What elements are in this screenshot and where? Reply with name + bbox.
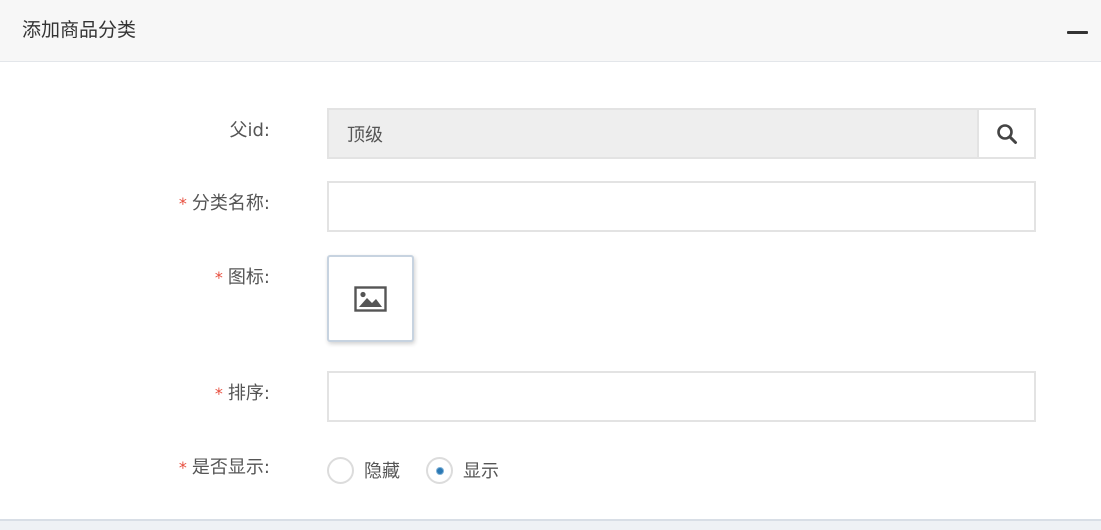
parent-id-search-button[interactable] (977, 110, 1034, 157)
icon-upload-button[interactable] (327, 255, 414, 342)
category-name-input[interactable] (329, 183, 1034, 230)
parent-id-input-group (327, 108, 1036, 159)
panel-footer-divider (0, 519, 1101, 530)
display-label-text: 是否显示: (191, 457, 270, 478)
image-icon (354, 285, 387, 312)
collapse-button[interactable] (1067, 22, 1089, 40)
radio-option-hide[interactable]: 隐藏 (327, 456, 400, 484)
radio-show-label: 显示 (463, 461, 499, 482)
parent-id-input[interactable] (329, 110, 1034, 157)
required-mark: * (214, 268, 223, 287)
icon-label-text: 图标: (227, 267, 270, 288)
parent-id-label: 父id: (229, 120, 271, 141)
sort-label-text: 排序: (227, 383, 270, 404)
display-label: * 是否显示: (179, 456, 270, 480)
category-name-input-group (327, 181, 1036, 232)
required-mark: * (178, 194, 187, 213)
display-radio-group: 隐藏 显示 (327, 456, 525, 484)
add-category-panel: 添加商品分类 父id: *分类名称: *图标: (0, 0, 1101, 530)
radio-hide-label: 隐藏 (364, 461, 400, 482)
panel-header: 添加商品分类 (0, 0, 1101, 62)
radio-hide[interactable] (327, 456, 354, 484)
search-icon (996, 123, 1017, 144)
panel-title: 添加商品分类 (22, 19, 137, 41)
sort-input[interactable] (329, 373, 1034, 420)
sort-label: * 排序: (215, 382, 270, 406)
required-mark: * (178, 458, 187, 477)
required-mark: * (214, 384, 223, 403)
category-name-label: * 分类名称: (179, 192, 270, 216)
sort-input-group (327, 371, 1036, 422)
category-name-label-text: 分类名称: (191, 193, 270, 214)
radio-show[interactable] (426, 456, 453, 484)
radio-option-show[interactable]: 显示 (426, 456, 499, 484)
icon-label: * 图标: (215, 266, 270, 290)
